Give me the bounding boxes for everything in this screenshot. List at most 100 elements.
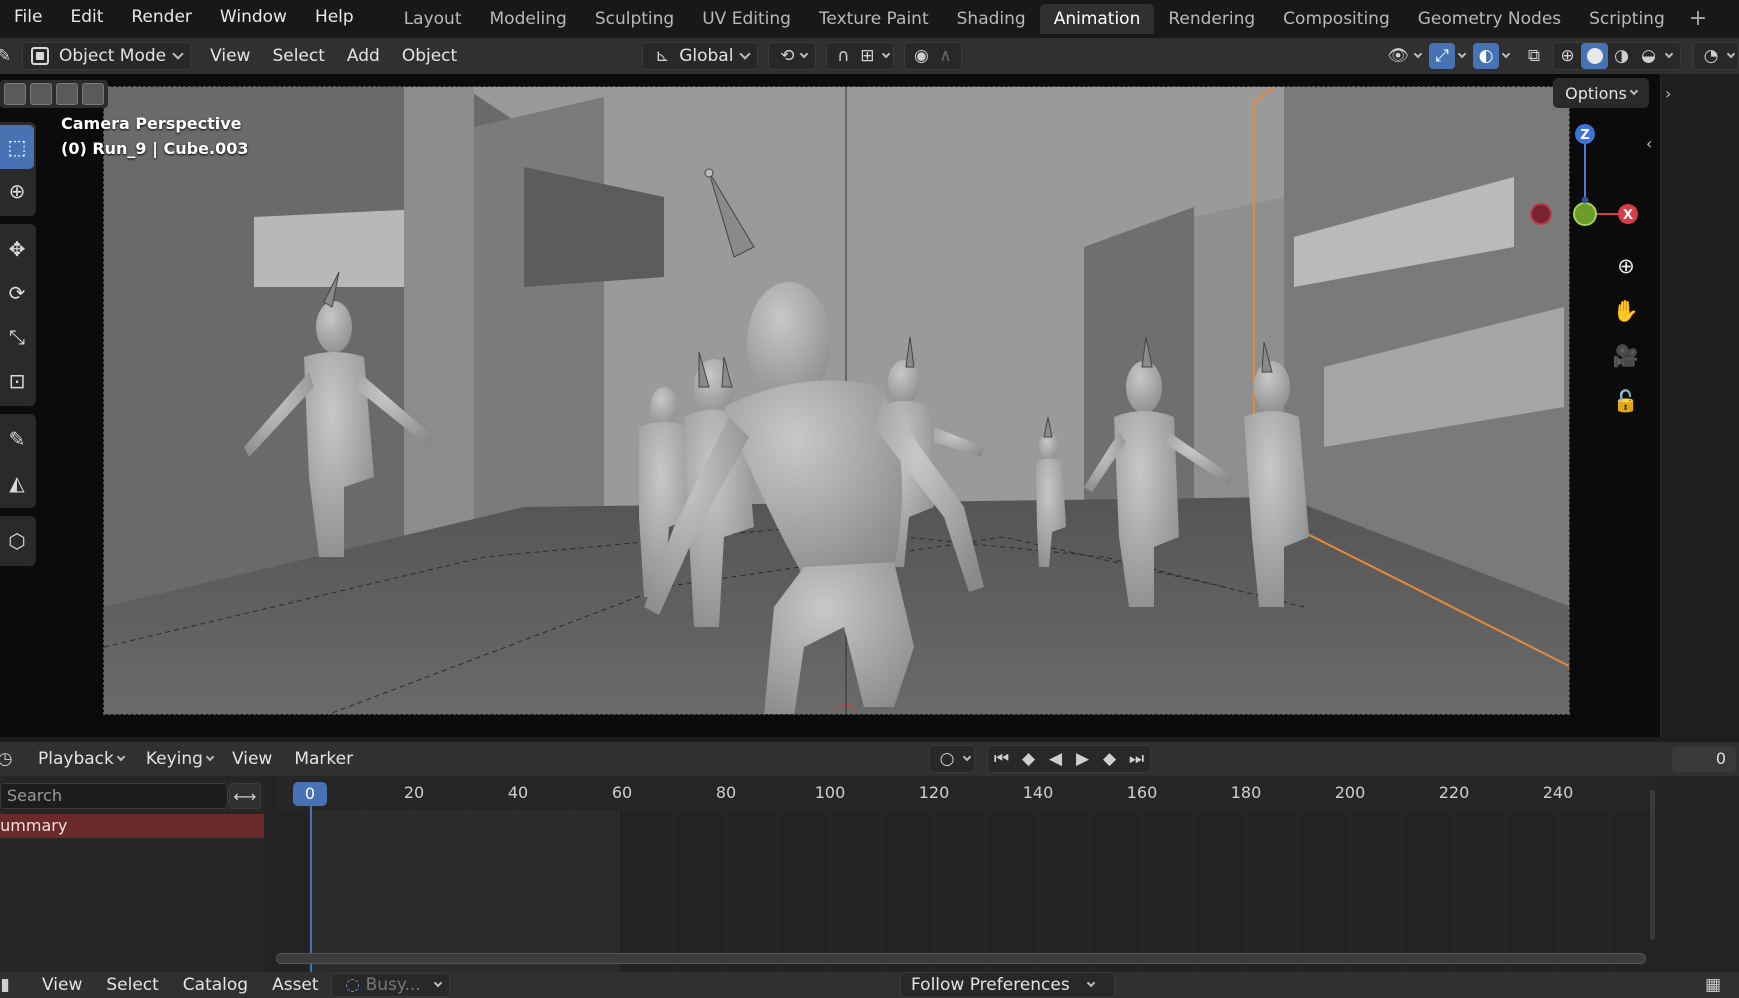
menu-object[interactable]: Object [391,42,468,70]
current-frame-field[interactable]: 0 [1672,746,1736,772]
chevron-down-icon [1726,49,1736,58]
select-intersect-icon[interactable] [82,83,104,105]
jump-start-icon[interactable]: ⏮ [988,746,1015,772]
add-cube-tool-icon[interactable]: ⬡ [0,519,34,563]
timeline-marker-menu[interactable]: Marker [283,745,364,773]
asset-editor-type-icon[interactable]: ▮ [0,972,18,998]
play-reverse-icon[interactable]: ◀ [1042,746,1069,772]
chevron-down-icon[interactable] [1664,49,1674,58]
overlays-toggle[interactable]: ◐ [1469,42,1513,70]
asset-status-dropdown[interactable]: ◌ Busy... [330,973,450,997]
editor-options-dropdown[interactable]: ◔ [1693,42,1739,70]
material-shading-icon[interactable]: ◑ [1608,43,1635,69]
rotate-tool-icon[interactable]: ⟳ [0,271,34,315]
frame-tick: 40 [507,783,529,802]
pivot-point-dropdown[interactable]: ⟲ [768,42,817,70]
cursor-tool-icon[interactable]: ⊕ [0,169,34,213]
frame-ruler[interactable]: 0 20 40 60 80 100 120 140 160 180 200 22… [276,776,1656,810]
next-keyframe-icon[interactable]: ◆ [1096,746,1123,772]
menu-window[interactable]: Window [206,0,301,38]
rendered-shading-icon[interactable]: ◒ [1635,43,1662,69]
visibility-dropdown[interactable]: 👁 [1381,42,1425,70]
tab-geometry-nodes[interactable]: Geometry Nodes [1404,4,1575,34]
current-frame-indicator[interactable]: 0 [293,782,327,806]
editor-type-icon[interactable]: ✎ [0,43,14,69]
measure-tool-icon[interactable]: ◭ [0,461,34,505]
zoom-icon[interactable]: ⊕ [1606,246,1646,286]
select-subtract-icon[interactable] [56,83,78,105]
menu-file[interactable]: File [0,0,56,38]
vertical-scrollbar[interactable] [1650,790,1655,940]
summary-row[interactable]: Summary [0,814,264,838]
axis-neg-z-icon[interactable] [1581,196,1589,204]
3d-viewport[interactable]: ⬚ ⊕ ✥ ⟳ ⤡ ⊡ ✎ ◭ ⬡ Camera Perspective (0)… [0,74,1660,737]
mode-selector[interactable]: Object Mode [22,42,192,70]
menu-add[interactable]: Add [336,42,391,70]
scale-tool-icon[interactable]: ⤡ [0,315,34,359]
frame-area[interactable]: 0 20 40 60 80 100 120 140 160 180 200 22… [276,776,1656,986]
horizontal-scrollbar[interactable] [276,953,1646,964]
chevron-down-icon [1457,49,1467,58]
frame-tick: 240 [1542,783,1574,802]
proportional-edit-icon[interactable]: ◉ [909,43,933,69]
xray-toggle-icon[interactable]: ⧉ [1521,43,1547,69]
select-box-tool-icon[interactable]: ⬚ [0,125,34,169]
wireframe-shading-icon[interactable]: ⊕ [1554,43,1581,69]
timeline-editor-type-icon[interactable]: ◷ [0,746,18,772]
collapse-arrow-icon[interactable]: ‹ [1646,134,1652,153]
jump-end-icon[interactable]: ⏭ [1123,746,1150,772]
chevron-down-icon[interactable] [882,49,891,58]
play-icon[interactable]: ▶ [1069,746,1096,772]
select-new-icon[interactable] [4,83,26,105]
channel-search-input[interactable]: Search [0,783,228,809]
options-button[interactable]: Options [1553,78,1649,108]
lock-icon[interactable]: 🔓 [1606,381,1646,421]
select-extend-icon[interactable] [30,83,52,105]
asset-library-dropdown[interactable]: Follow Preferences [900,972,1115,998]
tab-sculpting[interactable]: Sculpting [581,4,688,34]
chevron-down-icon [1629,86,1639,95]
move-tool-icon[interactable]: ✥ [0,227,34,271]
tab-scripting[interactable]: Scripting [1575,4,1679,34]
transform-orientation-dropdown[interactable]: ⊾ Global [642,42,759,70]
tab-animation[interactable]: Animation [1039,4,1155,34]
menu-edit[interactable]: Edit [56,0,117,38]
tab-rendering[interactable]: Rendering [1154,4,1269,34]
chevron-down-icon [800,49,809,58]
keying-menu[interactable]: Keying [138,745,221,773]
falloff-curve-icon[interactable]: ∧ [933,43,957,69]
asset-view-menu[interactable]: View [30,975,94,995]
asset-catalog-menu[interactable]: Catalog [171,975,260,995]
tab-compositing[interactable]: Compositing [1269,4,1404,34]
gizmo-toggle[interactable]: ⤢ [1425,42,1469,70]
add-workspace-button[interactable]: + [1679,5,1717,33]
menu-select[interactable]: Select [261,42,335,70]
transform-tool-icon[interactable]: ⊡ [0,359,34,403]
tab-uv-editing[interactable]: UV Editing [688,4,805,34]
tab-texture-paint[interactable]: Texture Paint [805,4,943,34]
prev-keyframe-icon[interactable]: ◆ [1015,746,1042,772]
menu-render[interactable]: Render [117,0,206,38]
tab-shading[interactable]: Shading [943,4,1040,34]
asset-asset-menu[interactable]: Asset [260,975,330,995]
timeline-view-menu[interactable]: View [221,745,283,773]
snap-increment-icon[interactable]: ⊞ [855,43,879,69]
menu-help[interactable]: Help [301,0,368,38]
swap-icon[interactable]: ⟷ [229,783,261,809]
tab-layout[interactable]: Layout [390,4,476,34]
annotate-tool-icon[interactable]: ✎ [0,417,34,461]
auto-keying-toggle[interactable]: ○ [929,745,976,773]
frame-tick: 220 [1438,783,1470,802]
solid-shading-icon[interactable] [1581,43,1608,69]
top-bar: File Edit Render Window Help Layout Mode… [0,0,1739,38]
camera-view-icon[interactable]: 🎥 [1606,336,1646,376]
tab-modeling[interactable]: Modeling [476,4,581,34]
playback-menu[interactable]: Playback [30,745,132,773]
menu-view[interactable]: View [199,42,261,70]
magnet-icon[interactable]: ∩ [831,43,855,69]
asset-select-menu[interactable]: Select [94,975,170,995]
expand-sidebar-icon[interactable]: › [1665,84,1671,103]
chevron-down-icon [1413,49,1423,58]
pan-hand-icon[interactable]: ✋ [1606,291,1646,331]
display-mode-icon[interactable]: ▦ [1700,972,1726,998]
